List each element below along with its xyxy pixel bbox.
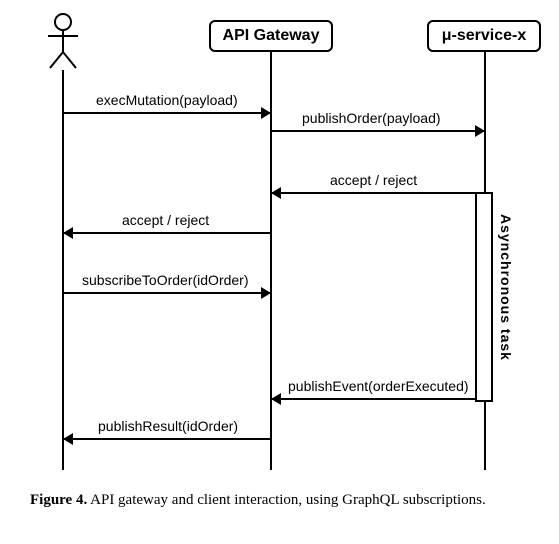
msg-label-subscribe: subscribeToOrder(idOrder) xyxy=(82,272,249,288)
arrow-accept-reject-1 xyxy=(272,192,475,194)
msg-label-publishresult: publishResult(idOrder) xyxy=(98,418,238,434)
lifeline-client xyxy=(62,70,64,470)
msg-label-publishorder: publishOrder(payload) xyxy=(302,110,441,126)
arrow-subscribe xyxy=(64,292,270,294)
participant-service: μ-service-x xyxy=(427,20,541,52)
arrow-accept-reject-2 xyxy=(64,232,270,234)
caption-lead: Figure 4. xyxy=(30,492,87,508)
sequence-diagram: API Gateway μ-service-x Asynchronous tas… xyxy=(0,0,559,544)
arrow-publishevent xyxy=(272,398,475,400)
activation-label: Asynchronous task xyxy=(498,214,514,361)
actor-icon xyxy=(44,12,82,70)
participant-gateway: API Gateway xyxy=(209,20,333,52)
msg-label-execmutation: execMutation(payload) xyxy=(96,92,238,108)
caption-text: API gateway and client interaction, usin… xyxy=(87,492,486,508)
arrow-execmutation xyxy=(64,112,270,114)
msg-label-accept-reject-1: accept / reject xyxy=(330,172,417,188)
msg-label-publishevent: publishEvent(orderExecuted) xyxy=(288,378,469,394)
arrow-publishorder xyxy=(272,130,484,132)
figure-caption: Figure 4. API gateway and client interac… xyxy=(30,490,535,510)
msg-label-accept-reject-2: accept / reject xyxy=(122,212,209,228)
arrow-publishresult xyxy=(64,438,270,440)
activation-service xyxy=(475,192,493,402)
